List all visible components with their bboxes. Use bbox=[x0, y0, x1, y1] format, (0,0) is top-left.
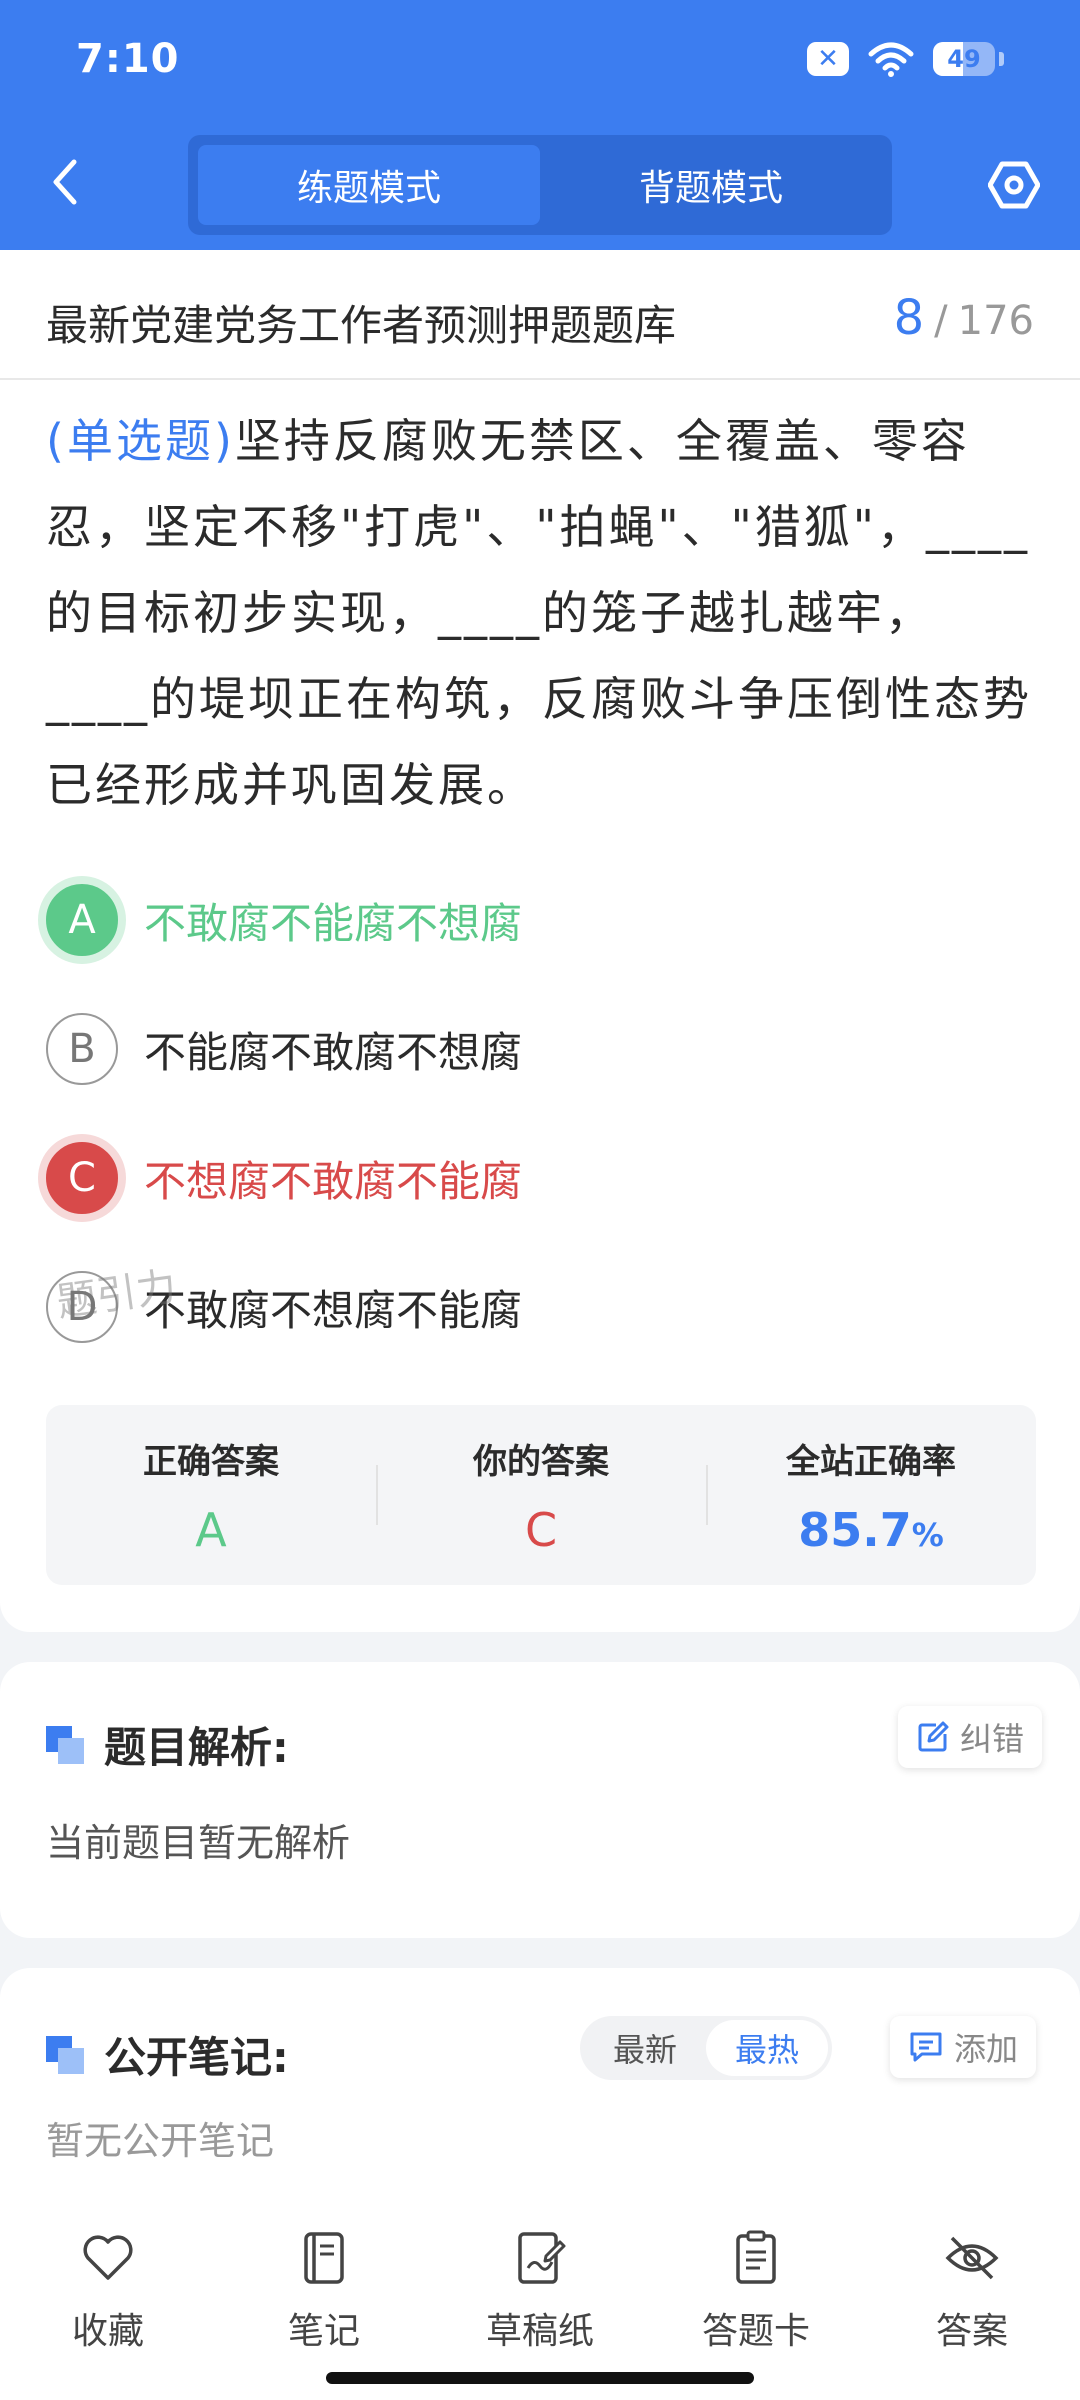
option-a[interactable]: A 不敢腐不能腐不想腐 bbox=[46, 884, 522, 956]
section-square-icon bbox=[46, 2035, 84, 2074]
analysis-heading: 题目解析: bbox=[46, 1714, 289, 1775]
sort-hottest[interactable]: 最热 bbox=[706, 2020, 828, 2076]
notes-heading: 公开笔记: bbox=[46, 2024, 289, 2085]
report-error-label: 纠错 bbox=[960, 1720, 1025, 1758]
add-note-label: 添加 bbox=[954, 2030, 1019, 2068]
your-answer-label: 你的答案 bbox=[473, 1441, 609, 1482]
question-text: 坚持反腐败无禁区、全覆盖、零容忍，坚定不移"打虎"、"拍蝇"、"猎狐"，____… bbox=[46, 414, 1032, 812]
back-button[interactable] bbox=[40, 152, 90, 212]
nav-draft-paper[interactable]: 草稿纸 bbox=[432, 2200, 648, 2400]
question-stem: (单选题)坚持反腐败无禁区、全覆盖、零容忍，坚定不移"打虎"、"拍蝇"、"猎狐"… bbox=[46, 398, 1036, 828]
section-square-icon bbox=[46, 1725, 84, 1764]
correct-answer-label: 正确答案 bbox=[143, 1441, 279, 1482]
option-text: 不敢腐不想腐不能腐 bbox=[144, 1285, 523, 1335]
option-text: 不能腐不敢腐不想腐 bbox=[144, 1027, 523, 1077]
nav-favorite-label: 收藏 bbox=[71, 2311, 144, 2352]
option-text: 不想腐不敢腐不能腐 bbox=[144, 1156, 523, 1206]
sort-latest[interactable]: 最新 bbox=[584, 2020, 706, 2076]
draft-paper-icon bbox=[518, 2232, 566, 2284]
settings-button[interactable] bbox=[984, 155, 1044, 215]
accuracy-label: 全站正确率 bbox=[786, 1441, 956, 1482]
total-questions: 176 bbox=[957, 298, 1034, 344]
eye-off-icon bbox=[945, 2236, 999, 2280]
tab-memorize-mode[interactable]: 背题模式 bbox=[540, 145, 882, 225]
nav-answer-sheet-label: 答题卡 bbox=[701, 2311, 810, 2352]
mode-switch: 练题模式 背题模式 bbox=[188, 135, 892, 235]
notes-title: 公开笔记: bbox=[104, 2033, 289, 2082]
nav-notes-label: 笔记 bbox=[287, 2311, 360, 2352]
status-time: 7:10 bbox=[76, 36, 180, 82]
nav-draft-paper-label: 草稿纸 bbox=[485, 2311, 594, 2352]
question-progress: 8 / 176 bbox=[894, 290, 1034, 346]
nav-favorite[interactable]: 收藏 bbox=[0, 2200, 216, 2400]
answer-summary: 正确答案 A 你的答案 C 全站正确率 85.7% bbox=[46, 1405, 1036, 1585]
heart-icon bbox=[83, 2235, 133, 2280]
notes-sort-toggle: 最新 最热 bbox=[580, 2016, 832, 2080]
nav-answer[interactable]: 答案 bbox=[864, 2200, 1080, 2400]
answer-sheet-icon bbox=[736, 2230, 776, 2284]
wifi-icon bbox=[868, 42, 914, 77]
status-icons: ✕ 49 bbox=[807, 40, 1004, 78]
add-note-button[interactable]: 添加 bbox=[890, 2016, 1037, 2078]
no-sim-icon: ✕ bbox=[807, 42, 849, 76]
chevron-left-icon bbox=[53, 159, 77, 205]
your-answer-col: 你的答案 C bbox=[376, 1405, 706, 1585]
correct-answer-value: A bbox=[195, 1502, 227, 1557]
comment-add-icon bbox=[910, 2032, 942, 2062]
notes-card bbox=[0, 1968, 1080, 2228]
home-indicator[interactable] bbox=[326, 2372, 754, 2384]
title-divider bbox=[0, 378, 1080, 380]
report-error-button[interactable]: 纠错 bbox=[898, 1706, 1043, 1768]
question-bank-title: 最新党建党务工作者预测押题题库 bbox=[46, 301, 677, 350]
progress-separator: / bbox=[934, 298, 948, 344]
question-type: (单选题) bbox=[46, 414, 235, 468]
option-b[interactable]: B 不能腐不敢腐不想腐 bbox=[46, 1013, 522, 1085]
correct-answer-col: 正确答案 A bbox=[46, 1405, 376, 1585]
accuracy-value: 85.7% bbox=[798, 1503, 944, 1557]
analysis-title: 题目解析: bbox=[104, 1723, 289, 1772]
nav-answer-sheet[interactable]: 答题卡 bbox=[648, 2200, 864, 2400]
battery-cap bbox=[999, 52, 1004, 66]
option-letter: B bbox=[46, 1013, 118, 1085]
tab-practice-mode[interactable]: 练题模式 bbox=[198, 145, 540, 225]
option-c[interactable]: C 不想腐不敢腐不能腐 bbox=[46, 1142, 522, 1214]
option-text: 不敢腐不能腐不想腐 bbox=[144, 898, 523, 948]
battery-text: 49 bbox=[947, 45, 981, 73]
settings-hex-icon bbox=[988, 161, 1040, 209]
app-header: 7:10 ✕ 49 练题模式 背题模式 bbox=[0, 0, 1080, 250]
nav-answer-label: 答案 bbox=[935, 2311, 1008, 2352]
accuracy-col: 全站正确率 85.7% bbox=[706, 1405, 1036, 1585]
bottom-nav: 收藏 笔记 草稿纸 答题卡 答案 bbox=[0, 2200, 1080, 2400]
accuracy-unit: % bbox=[911, 1515, 944, 1554]
nav-notes[interactable]: 笔记 bbox=[216, 2200, 432, 2400]
option-letter: A bbox=[46, 884, 118, 956]
accuracy-number: 85.7 bbox=[798, 1502, 912, 1557]
notebook-icon bbox=[304, 2232, 344, 2284]
analysis-body: 当前题目暂无解析 bbox=[46, 1821, 351, 1865]
analysis-card bbox=[0, 1662, 1080, 1938]
battery-icon: 49 bbox=[933, 42, 995, 76]
your-answer-value: C bbox=[524, 1502, 558, 1557]
edit-icon bbox=[918, 1721, 949, 1752]
current-question-number: 8 bbox=[893, 290, 925, 346]
option-letter: C bbox=[46, 1142, 118, 1214]
notes-body: 暂无公开笔记 bbox=[46, 2119, 275, 2163]
